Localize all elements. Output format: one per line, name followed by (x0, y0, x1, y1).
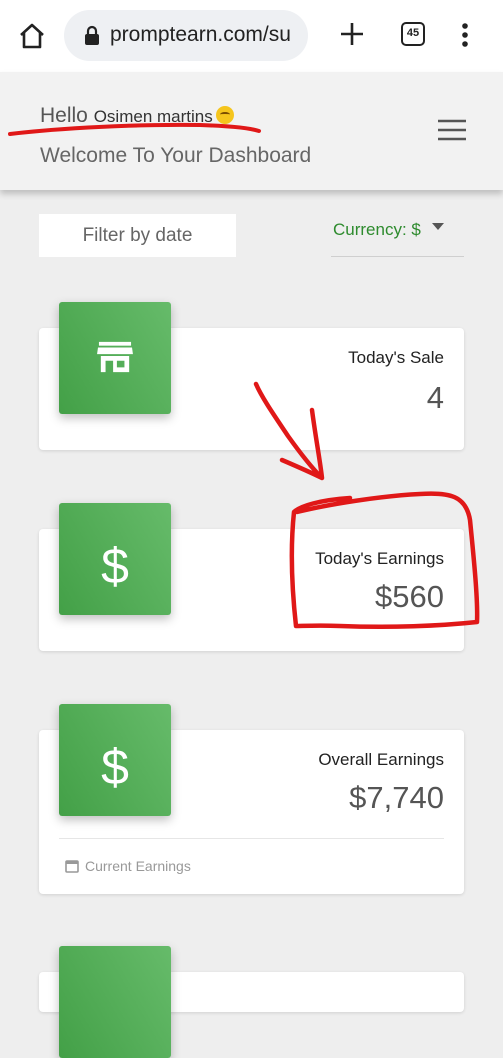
calendar-icon (65, 860, 79, 873)
card-value: $7,740 (349, 780, 444, 815)
lock-icon (85, 25, 99, 45)
currency-select[interactable]: Currency: $ (331, 214, 464, 257)
url-text: promptearn.com/su (110, 23, 291, 46)
browser-toolbar: promptearn.com/su 45 (0, 0, 503, 72)
greeting-word: Hello (40, 104, 88, 127)
card-icon-tile: $ (59, 704, 171, 816)
home-icon[interactable] (17, 21, 47, 51)
tabs-icon[interactable]: 45 (401, 22, 425, 46)
dollar-icon: $ (101, 739, 129, 795)
store-icon (97, 341, 133, 373)
greeting: Hello Osimen martins (40, 104, 234, 128)
dollar-icon: $ (101, 538, 129, 594)
card-divider (59, 838, 444, 839)
plus-icon[interactable] (339, 21, 365, 47)
card-icon-tile (59, 302, 171, 414)
user-name: Osimen martins (93, 107, 213, 126)
card-footer: Current Earnings (65, 858, 191, 874)
card-icon-tile: $ (59, 503, 171, 615)
welcome-message: Welcome To Your Dashboard (40, 144, 312, 167)
tab-count: 45 (406, 27, 420, 39)
date-filter-button[interactable]: Filter by date (39, 214, 236, 257)
currency-label: Currency: $ (333, 220, 421, 239)
svg-text:$: $ (101, 739, 129, 795)
card-title: Today's Earnings (315, 549, 444, 568)
card-title: Overall Earnings (318, 750, 444, 769)
card-value: 4 (426, 380, 444, 415)
svg-text:$: $ (101, 538, 129, 594)
card-icon-tile (59, 946, 171, 1058)
card-value: $560 (375, 579, 444, 614)
hamburger-menu-icon[interactable] (437, 118, 467, 142)
dashboard-header: Hello Osimen martins Welcome To Your Das… (0, 72, 503, 190)
card-title: Today's Sale (348, 348, 444, 367)
card-footer-text: Current Earnings (85, 858, 191, 874)
address-bar[interactable]: promptearn.com/su (64, 10, 308, 61)
smile-emoji-icon (215, 106, 234, 124)
chevron-down-icon (432, 223, 444, 230)
more-vert-icon[interactable] (461, 22, 469, 48)
